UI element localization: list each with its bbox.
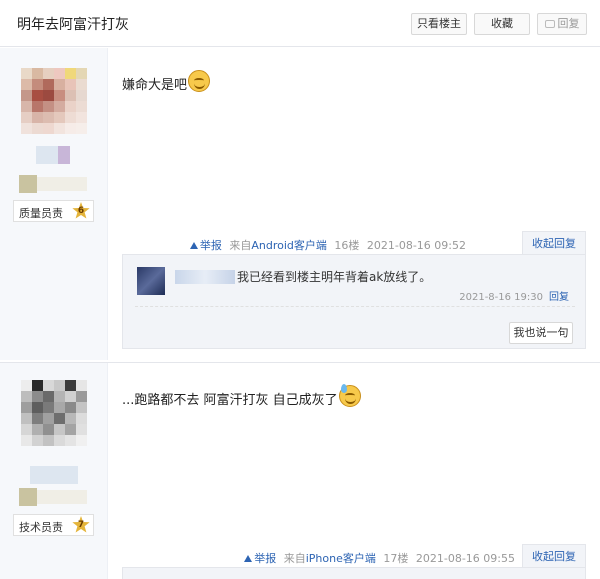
- author-sidebar: 技术员责 7: [0, 363, 108, 579]
- member-badge[interactable]: 技术员责 7: [13, 514, 94, 536]
- add-comment-button[interactable]: 我也说一句: [509, 322, 573, 344]
- client-link[interactable]: Android客户端: [251, 239, 327, 252]
- author-sidebar: 质量员责 6: [0, 48, 108, 360]
- client-link[interactable]: iPhone客户端: [306, 552, 376, 565]
- comment-thread: 我已经看到楼主明年背着ak放线了。 2021-8-16 19:30 回复 我也说一…: [122, 254, 586, 349]
- reply-button[interactable]: 回复: [537, 13, 587, 35]
- post-source: 来自Android客户端: [229, 239, 327, 252]
- post-text: ...跑路都不去 阿富汗打灰 自己成灰了: [122, 393, 338, 408]
- floor-number: 17楼: [383, 552, 409, 565]
- badge-level: 6: [77, 206, 85, 216]
- post-floor-16: 质量员责 6 嫌命大是吧 举报 来自Android客户端 16楼 2021-08…: [0, 48, 600, 360]
- post-source: 来自iPhone客户端: [283, 552, 376, 565]
- comment-meta: 2021-8-16 19:30 回复: [459, 288, 569, 303]
- thread-title: 明年去阿富汗打灰: [17, 17, 129, 33]
- post-content: ...跑路都不去 阿富汗打灰 自己成灰了: [122, 384, 361, 408]
- post-floor-17: 技术员责 7 ...跑路都不去 阿富汗打灰 自己成灰了 举报 来自iPhone客…: [0, 362, 600, 579]
- member-badge[interactable]: 质量员责 6: [13, 200, 94, 222]
- warning-icon: [244, 555, 253, 562]
- post-meta: 举报 来自Android客户端 16楼 2021-08-16 09:52: [189, 237, 466, 253]
- report-link[interactable]: 举报: [244, 552, 276, 565]
- report-link[interactable]: 举报: [189, 239, 222, 252]
- comment-text: 我已经看到楼主明年背着ak放线了。: [237, 270, 432, 284]
- badge-title: 质量员责: [19, 207, 63, 220]
- author-avatar[interactable]: [21, 68, 87, 134]
- post-text: 嫌命大是吧: [122, 78, 188, 93]
- favorite-button[interactable]: 收藏: [474, 13, 530, 35]
- badge-level: 7: [77, 520, 85, 530]
- author-level: [19, 488, 87, 506]
- badge-title: 技术员责: [19, 521, 63, 534]
- author-level: [19, 175, 87, 193]
- comment-reply-link[interactable]: 回复: [549, 292, 569, 303]
- collapse-replies-button[interactable]: 收起回复: [522, 544, 586, 568]
- post-time: 2021-08-16 09:52: [366, 239, 466, 252]
- comment-item: 我已经看到楼主明年背着ak放线了。 2021-8-16 19:30 回复: [135, 267, 575, 307]
- warning-icon: [189, 242, 198, 249]
- floor-number: 16楼: [334, 239, 360, 252]
- comment-thread: [122, 567, 586, 579]
- smile-emoji-icon: [188, 70, 211, 92]
- thread-header: 明年去阿富汗打灰 只看楼主 收藏 回复: [0, 0, 600, 47]
- commenter-name[interactable]: [175, 270, 235, 284]
- collapse-replies-button[interactable]: 收起回复: [522, 231, 586, 255]
- author-avatar[interactable]: [21, 380, 87, 446]
- sweat-emoji-icon: [338, 384, 361, 407]
- post-time: 2021-08-16 09:55: [415, 552, 515, 565]
- reply-button-label: 回复: [557, 17, 580, 30]
- author-name[interactable]: [36, 146, 70, 164]
- only-op-button[interactable]: 只看楼主: [411, 13, 467, 35]
- commenter-avatar[interactable]: [137, 267, 165, 295]
- comment-bubble-icon: [544, 20, 555, 28]
- author-name[interactable]: [30, 466, 78, 484]
- post-meta: 举报 来自iPhone客户端 17楼 2021-08-16 09:55: [244, 550, 515, 566]
- comment-time: 2021-8-16 19:30: [459, 292, 543, 303]
- post-content: 嫌命大是吧: [122, 70, 211, 93]
